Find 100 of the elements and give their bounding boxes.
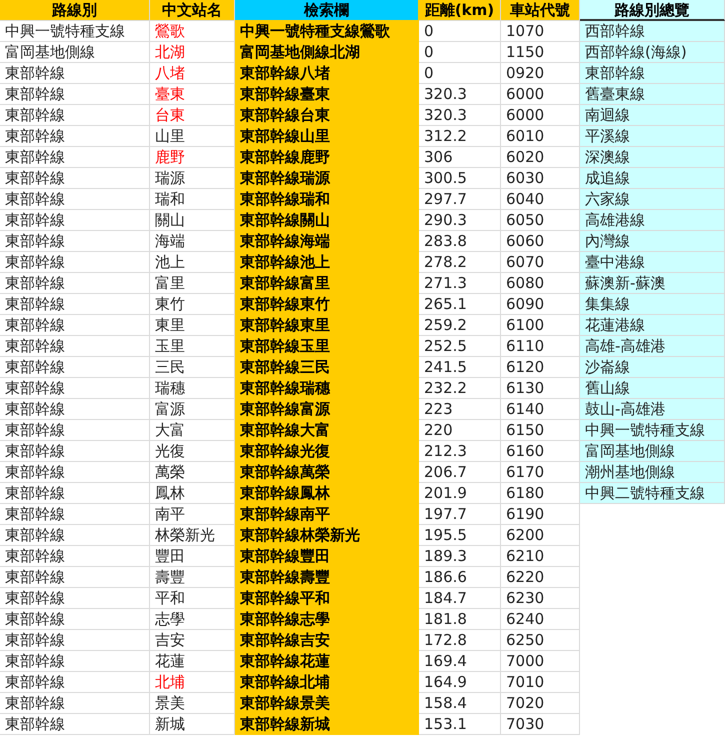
table-cell: 集集線 xyxy=(580,294,725,315)
table-cell: 0 xyxy=(419,21,501,42)
table-cell: 東部幹線 xyxy=(0,84,150,105)
table-cell: 舊山線 xyxy=(580,378,725,399)
table-cell: 六家線 xyxy=(580,189,725,210)
table-cell: 東部幹線大富 xyxy=(235,420,419,441)
table-cell: 306 xyxy=(419,147,501,168)
table-cell: 西部幹線 xyxy=(580,21,725,42)
table-cell: 265.1 xyxy=(419,294,501,315)
table-cell: 東部幹線 xyxy=(0,315,150,336)
table-cell: 東部幹線 xyxy=(0,231,150,252)
column-header: 車站代號 xyxy=(501,0,580,21)
table-cell: 東部幹線 xyxy=(0,399,150,420)
table-cell: 東部幹線台東 xyxy=(235,105,419,126)
table-cell: 高雄港線 xyxy=(580,210,725,231)
column-header: 距離(km) xyxy=(419,0,501,21)
table-cell: 東部幹線 xyxy=(0,630,150,651)
table-cell: 深澳線 xyxy=(580,147,725,168)
column-header: 路線別總覽 xyxy=(580,0,725,21)
table-cell: 東部幹線 xyxy=(0,651,150,672)
table-cell: 東部幹線 xyxy=(0,672,150,693)
table-cell: 沙崙線 xyxy=(580,357,725,378)
table-cell: 富岡基地側線 xyxy=(580,441,725,462)
table-cell: 東部幹線 xyxy=(580,63,725,84)
table-cell: 東部幹線 xyxy=(0,483,150,504)
table-cell: 東部幹線 xyxy=(0,336,150,357)
table-cell: 283.8 xyxy=(419,231,501,252)
table-cell: 東部幹線 xyxy=(0,609,150,630)
table-cell: 189.3 xyxy=(419,546,501,567)
table-cell: 0 xyxy=(419,42,501,63)
column-header: 路線別 xyxy=(0,0,150,21)
table-cell: 312.2 xyxy=(419,126,501,147)
table-cell: 172.8 xyxy=(419,630,501,651)
table-cell: 東部幹線玉里 xyxy=(235,336,419,357)
table-cell: 6210 xyxy=(501,546,580,567)
table-cell: 220 xyxy=(419,420,501,441)
table-cell: 東部幹線瑞穗 xyxy=(235,378,419,399)
table-cell: 成追線 xyxy=(580,168,725,189)
table-cell: 中興二號特種支線 xyxy=(580,483,725,504)
table-cell: 東部幹線東竹 xyxy=(235,294,419,315)
table-cell: 320.3 xyxy=(419,84,501,105)
table-cell: 271.3 xyxy=(419,273,501,294)
table-cell: 東部幹線平和 xyxy=(235,588,419,609)
table-cell: 東部幹線萬榮 xyxy=(235,462,419,483)
table-cell: 6200 xyxy=(501,525,580,546)
table-cell: 7010 xyxy=(501,672,580,693)
table-cell: 東部幹線志學 xyxy=(235,609,419,630)
table-cell: 東部幹線景美 xyxy=(235,693,419,714)
table-cell: 6190 xyxy=(501,504,580,525)
table-cell: 169.4 xyxy=(419,651,501,672)
table-cell: 6240 xyxy=(501,609,580,630)
table-cell: 300.5 xyxy=(419,168,501,189)
table-cell: 259.2 xyxy=(419,315,501,336)
table-cell: 東部幹線 xyxy=(0,525,150,546)
table-cell: 花蓮港線 xyxy=(580,315,725,336)
table-cell: 195.5 xyxy=(419,525,501,546)
table-cell: 東部幹線北埔 xyxy=(235,672,419,693)
table-cell: 252.5 xyxy=(419,336,501,357)
table-cell: 181.8 xyxy=(419,609,501,630)
table-cell: 東部幹線花蓮 xyxy=(235,651,419,672)
table-cell: 153.1 xyxy=(419,714,501,735)
table-cell: 平溪線 xyxy=(580,126,725,147)
table-cell: 東部幹線關山 xyxy=(235,210,419,231)
table-cell: 東部幹線南平 xyxy=(235,504,419,525)
table-cell: 內灣線 xyxy=(580,231,725,252)
table-cell: 東部幹線瑞源 xyxy=(235,168,419,189)
table-cell: 中興一號特種支線 xyxy=(580,420,725,441)
table-cell: 東部幹線 xyxy=(0,462,150,483)
table-cell: 297.7 xyxy=(419,189,501,210)
table-cell: 鼓山-高雄港 xyxy=(580,399,725,420)
table-cell: 278.2 xyxy=(419,252,501,273)
table-cell: 東部幹線 xyxy=(0,714,150,735)
column-header: 中文站名 xyxy=(150,0,235,21)
table-cell: 東部幹線 xyxy=(0,420,150,441)
table-cell: 東部幹線富里 xyxy=(235,273,419,294)
table-cell: 6250 xyxy=(501,630,580,651)
table-cell: 東部幹線池上 xyxy=(235,252,419,273)
table-cell: 東部幹線 xyxy=(0,147,150,168)
table-cell: 東部幹線 xyxy=(0,105,150,126)
table-cell: 潮州基地側線 xyxy=(580,462,725,483)
table-cell: 東部幹線 xyxy=(0,504,150,525)
table-cell: 320.3 xyxy=(419,105,501,126)
table-cell: 212.3 xyxy=(419,441,501,462)
table-cell: 東部幹線 xyxy=(0,441,150,462)
table-cell: 東部幹線 xyxy=(0,546,150,567)
table-cell: 223 xyxy=(419,399,501,420)
table-cell: 290.3 xyxy=(419,210,501,231)
table-cell: 241.5 xyxy=(419,357,501,378)
table-cell: 東部幹線富源 xyxy=(235,399,419,420)
column-header: 檢索欄 xyxy=(235,0,419,21)
table-cell: 東部幹線 xyxy=(0,378,150,399)
table-cell: 7020 xyxy=(501,693,580,714)
table-cell: 東部幹線吉安 xyxy=(235,630,419,651)
table-cell: 臺中港線 xyxy=(580,252,725,273)
table-cell: 東部幹線 xyxy=(0,567,150,588)
table-cell: 中興一號特種支線 xyxy=(0,21,150,42)
table-cell: 206.7 xyxy=(419,462,501,483)
table-cell: 東部幹線三民 xyxy=(235,357,419,378)
table-cell: 東部幹線林榮新光 xyxy=(235,525,419,546)
table-cell: 197.7 xyxy=(419,504,501,525)
